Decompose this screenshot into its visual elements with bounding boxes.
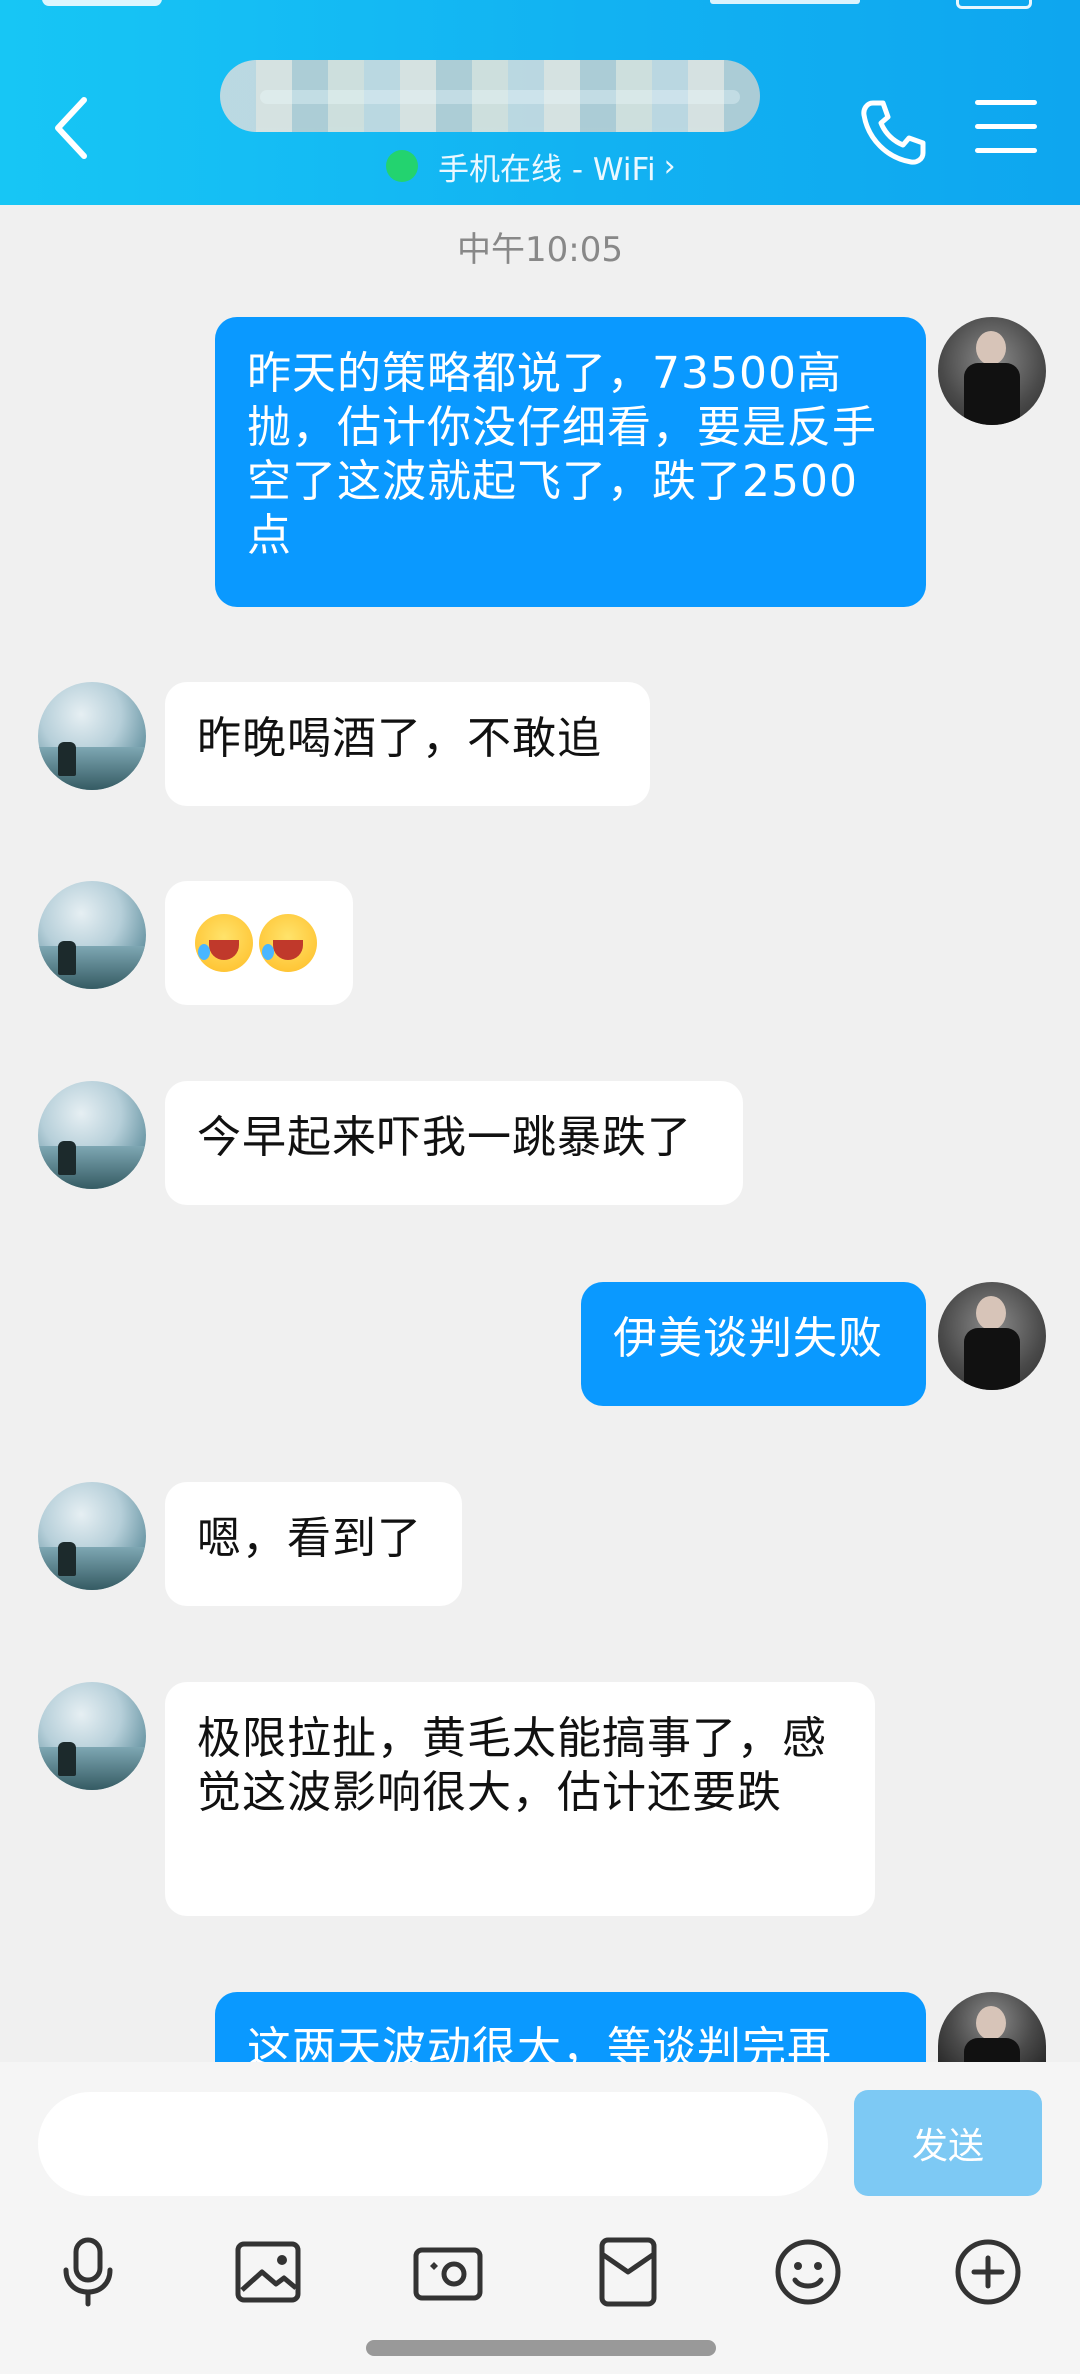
camera-icon	[413, 2247, 483, 2301]
call-button[interactable]	[855, 95, 931, 171]
chat-header: 手机在线 - WiFi ›	[0, 0, 1080, 205]
menu-button[interactable]	[975, 100, 1037, 160]
emoji-button[interactable]	[768, 2232, 848, 2312]
plus-icon	[955, 2239, 1021, 2305]
avatar-contact[interactable]	[38, 1482, 146, 1590]
camera-button[interactable]	[408, 2232, 488, 2312]
signal-icon	[710, 0, 860, 4]
avatar-contact[interactable]	[38, 1682, 146, 1790]
avatar-self[interactable]	[938, 317, 1046, 425]
phone-icon	[861, 100, 926, 165]
back-arrow-icon	[55, 97, 87, 159]
online-status[interactable]: 手机在线 - WiFi ›	[386, 146, 676, 188]
home-indicator[interactable]	[366, 2340, 716, 2356]
send-button[interactable]: 发送	[854, 2090, 1042, 2196]
status-bar	[0, 0, 1080, 18]
laugh-cry-emoji-icon	[195, 914, 253, 972]
contact-name-blurred[interactable]	[220, 60, 760, 132]
voice-button[interactable]	[48, 2232, 128, 2312]
avatar-contact[interactable]	[38, 1081, 146, 1189]
avatar-contact[interactable]	[38, 881, 146, 989]
message-bubble-incoming[interactable]: 嗯，看到了	[165, 1482, 462, 1606]
gallery-button[interactable]	[228, 2232, 308, 2312]
avatar-self[interactable]	[938, 1992, 1046, 2062]
message-bubble-incoming[interactable]: 极限拉扯，黄毛太能搞事了，感觉这波影响很大，估计还要跌	[165, 1682, 875, 1916]
laugh-cry-emoji-icon	[259, 914, 317, 972]
menu-line	[975, 100, 1037, 105]
red-packet-icon	[599, 2237, 657, 2307]
input-bar: 发送	[0, 2062, 1080, 2374]
message-bubble-outgoing[interactable]: 昨天的策略都说了，73500高抛，估计你没仔细看，要是反手空了这波就起飞了，跌了…	[215, 317, 926, 607]
avatar-self[interactable]	[938, 1282, 1046, 1390]
microphone-icon	[63, 2237, 113, 2307]
menu-line	[975, 148, 1037, 153]
chevron-right-icon: ›	[663, 148, 676, 184]
menu-line	[975, 124, 1037, 129]
more-button[interactable]	[948, 2232, 1028, 2312]
online-status-text: 手机在线 - WiFi	[438, 151, 656, 188]
emoji-icon	[775, 2239, 841, 2305]
image-icon	[235, 2241, 301, 2303]
message-bubble-emoji[interactable]	[165, 881, 353, 1005]
online-dot-icon	[386, 150, 418, 182]
battery-icon	[956, 0, 1032, 9]
message-timestamp: 中午10:05	[457, 230, 623, 270]
message-input[interactable]	[38, 2092, 828, 2196]
avatar-contact[interactable]	[38, 682, 146, 790]
message-bubble-outgoing[interactable]: 伊美谈判失败	[581, 1282, 926, 1406]
red-packet-button[interactable]	[588, 2232, 668, 2312]
message-bubble-incoming[interactable]: 昨晚喝酒了，不敢追	[165, 682, 650, 806]
message-bubble-incoming[interactable]: 今早起来吓我一跳暴跌了	[165, 1081, 743, 1205]
back-button[interactable]	[40, 88, 110, 168]
status-clock-fragment	[42, 0, 162, 6]
